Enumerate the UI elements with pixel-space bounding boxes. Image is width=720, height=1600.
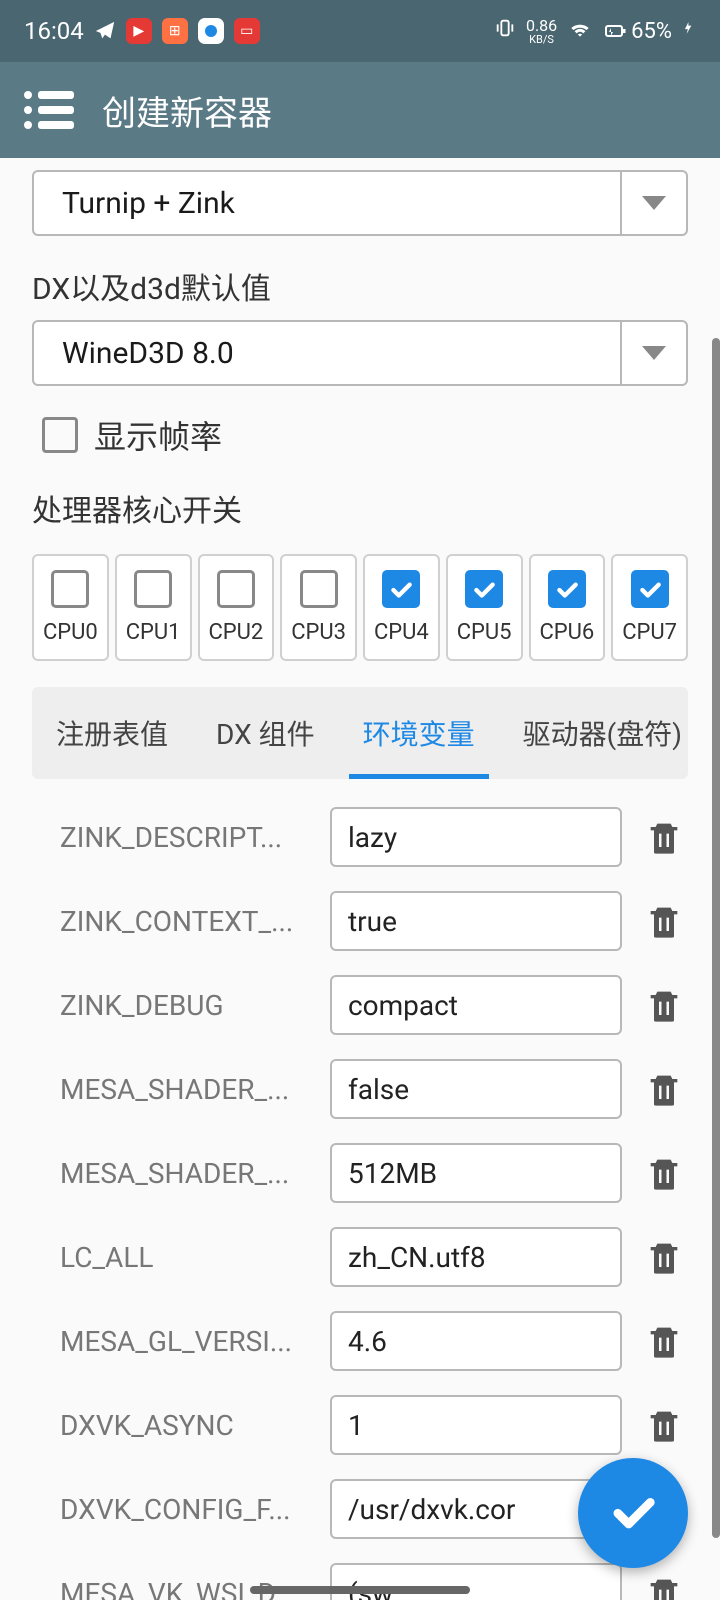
tabs: 注册表值DX 组件环境变量驱动器(盘符)	[32, 687, 688, 779]
app-icon-1: ▶	[126, 18, 152, 44]
cpu-cores-label: 处理器核心开关	[32, 486, 688, 530]
confirm-fab[interactable]	[578, 1458, 688, 1568]
cpu-checkbox[interactable]	[548, 570, 586, 608]
cpu-toggle-1[interactable]: CPU1	[115, 554, 192, 661]
cpu-checkbox[interactable]	[631, 570, 669, 608]
trash-icon[interactable]	[640, 1149, 688, 1197]
app-icon-4: ▭	[234, 18, 260, 44]
env-var-value-input[interactable]: compact	[330, 975, 622, 1035]
battery-icon: 65%	[603, 19, 672, 44]
env-var-value-input[interactable]: false	[330, 1059, 622, 1119]
trash-icon[interactable]	[640, 897, 688, 945]
env-var-row: MESA_SHADER_... 512MB	[32, 1131, 688, 1215]
cpu-toggle-7[interactable]: CPU7	[611, 554, 688, 661]
status-right: 0.86 KB/S 65%	[494, 15, 696, 47]
env-var-key: MESA_SHADER_...	[32, 1157, 312, 1190]
charging-icon	[682, 17, 696, 45]
env-var-value-input[interactable]: lazy	[330, 807, 622, 867]
trash-icon[interactable]	[640, 1401, 688, 1449]
checkmark-icon	[607, 1485, 659, 1541]
trash-icon[interactable]	[640, 981, 688, 1029]
cpu-checkbox[interactable]	[51, 570, 89, 608]
show-fps-row[interactable]: 显示帧率	[32, 412, 688, 458]
cpu-toggle-2[interactable]: CPU2	[198, 554, 275, 661]
telegram-icon	[94, 20, 116, 42]
env-var-row: MESA_GL_VERSI... 4.6	[32, 1299, 688, 1383]
show-fps-checkbox[interactable]	[42, 417, 78, 453]
cpu-label: CPU3	[291, 620, 346, 645]
app-icon-3	[198, 18, 224, 44]
env-var-row: ZINK_DEBUG compact	[32, 963, 688, 1047]
status-left: 16:04 ▶ ⊞ ▭	[24, 17, 260, 45]
cpu-checkbox[interactable]	[134, 570, 172, 608]
trash-icon[interactable]	[640, 813, 688, 861]
env-var-value-input[interactable]: 1	[330, 1395, 622, 1455]
cpu-toggle-5[interactable]: CPU5	[446, 554, 523, 661]
wifi-icon	[567, 15, 593, 47]
cpu-toggle-6[interactable]: CPU6	[529, 554, 606, 661]
dropdown-arrow	[620, 322, 686, 384]
page-title: 创建新容器	[102, 86, 272, 135]
env-var-row: ZINK_DESCRIPT... lazy	[32, 795, 688, 879]
graphics-driver-select[interactable]: Turnip + Zink	[32, 170, 688, 236]
network-speed: 0.86 KB/S	[526, 18, 557, 45]
env-var-value-input[interactable]: 512MB	[330, 1143, 622, 1203]
env-var-value-input[interactable]: (sw	[330, 1563, 622, 1600]
env-var-row: DXVK_ASYNC 1	[32, 1383, 688, 1467]
dx-default-select[interactable]: WineD3D 8.0	[32, 320, 688, 386]
cpu-label: CPU1	[126, 620, 181, 645]
env-var-key: ZINK_CONTEXT_...	[32, 905, 312, 938]
trash-icon[interactable]	[640, 1065, 688, 1113]
cpu-grid: CPU0 CPU1 CPU2 CPU3 CPU4 CPU5 CPU6 CPU7	[32, 554, 688, 661]
cpu-label: CPU0	[43, 620, 98, 645]
env-var-key: DXVK_ASYNC	[32, 1409, 312, 1442]
content: Turnip + Zink DX以及d3d默认值 WineD3D 8.0 显示帧…	[0, 158, 720, 1600]
tab-3[interactable]: 驱动器(盘符)	[499, 687, 706, 779]
env-var-row: MESA_SHADER_... false	[32, 1047, 688, 1131]
trash-icon[interactable]	[640, 1317, 688, 1365]
cpu-checkbox[interactable]	[382, 570, 420, 608]
app-icon-2: ⊞	[162, 18, 188, 44]
cpu-label: CPU4	[374, 620, 429, 645]
tab-0[interactable]: 注册表值	[32, 687, 192, 779]
dropdown-arrow	[620, 172, 686, 234]
cpu-label: CPU6	[539, 620, 594, 645]
env-var-value-input[interactable]: zh_CN.utf8	[330, 1227, 622, 1287]
env-var-key: LC_ALL	[32, 1241, 312, 1274]
cpu-toggle-4[interactable]: CPU4	[363, 554, 440, 661]
vibrate-icon	[494, 17, 516, 45]
env-var-key: MESA_GL_VERSI...	[32, 1325, 312, 1358]
app-header: 创建新容器	[0, 62, 720, 158]
trash-icon[interactable]	[640, 1233, 688, 1281]
cpu-label: CPU5	[457, 620, 512, 645]
select-value: WineD3D 8.0	[34, 336, 620, 371]
env-var-row: ZINK_CONTEXT_... true	[32, 879, 688, 963]
dx-default-label: DX以及d3d默认值	[32, 264, 688, 308]
nav-indicator[interactable]	[250, 1586, 470, 1594]
env-var-key: MESA_SHADER_...	[32, 1073, 312, 1106]
cpu-label: CPU7	[622, 620, 677, 645]
env-var-key: ZINK_DEBUG	[32, 989, 312, 1022]
show-fps-label: 显示帧率	[94, 412, 222, 458]
status-bar: 16:04 ▶ ⊞ ▭ 0.86 KB/S 65%	[0, 0, 720, 62]
tab-1[interactable]: DX 组件	[192, 687, 339, 779]
scroll-indicator[interactable]	[712, 338, 720, 1538]
env-var-key: DXVK_CONFIG_F...	[32, 1493, 312, 1526]
cpu-checkbox[interactable]	[465, 570, 503, 608]
env-var-key: ZINK_DESCRIPT...	[32, 821, 312, 854]
cpu-checkbox[interactable]	[300, 570, 338, 608]
status-time: 16:04	[24, 17, 84, 45]
trash-icon[interactable]	[640, 1569, 688, 1600]
cpu-toggle-0[interactable]: CPU0	[32, 554, 109, 661]
env-var-value-input[interactable]: 4.6	[330, 1311, 622, 1371]
menu-icon[interactable]	[24, 91, 74, 129]
env-var-row: LC_ALL zh_CN.utf8	[32, 1215, 688, 1299]
cpu-checkbox[interactable]	[217, 570, 255, 608]
env-var-value-input[interactable]: true	[330, 891, 622, 951]
cpu-label: CPU2	[208, 620, 263, 645]
select-value: Turnip + Zink	[34, 186, 620, 221]
cpu-toggle-3[interactable]: CPU3	[280, 554, 357, 661]
tab-2[interactable]: 环境变量	[339, 687, 499, 779]
